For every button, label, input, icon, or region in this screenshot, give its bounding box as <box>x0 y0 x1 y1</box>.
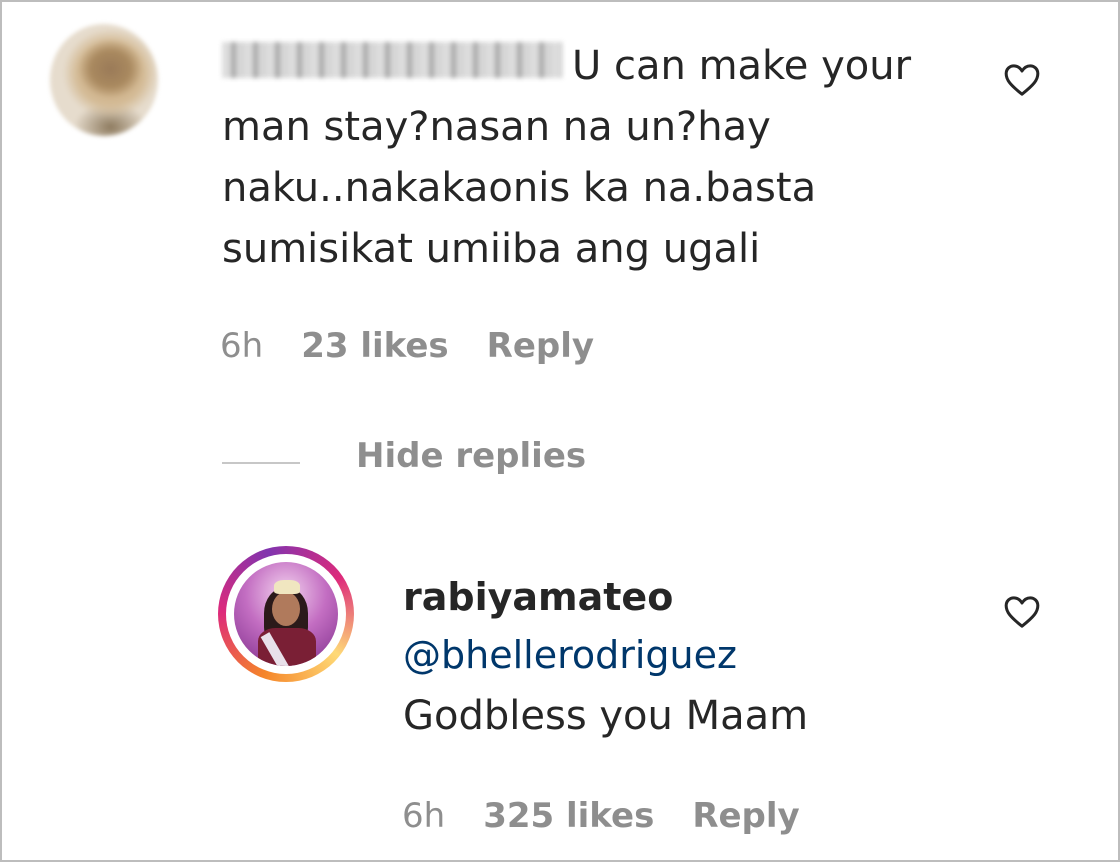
reply-avatar[interactable] <box>234 562 338 666</box>
reply-like-heart-icon[interactable] <box>1002 592 1042 632</box>
comment-text: U can make your man stay?nasan na un?hay… <box>222 36 982 280</box>
comment-likes[interactable]: 23 likes <box>301 326 448 366</box>
reply-meta: 6h 325 likes Reply <box>402 796 838 836</box>
comment-meta: 6h 23 likes Reply <box>220 326 632 366</box>
comment-body: U can make your man stay?nasan na un?hay… <box>222 43 912 272</box>
like-heart-icon[interactable] <box>1002 60 1042 100</box>
reply-username[interactable]: rabiyamateo <box>403 575 673 619</box>
commenter-avatar[interactable] <box>50 24 158 136</box>
reply-time[interactable]: 6h <box>402 796 445 836</box>
hide-replies-button[interactable]: Hide replies <box>356 436 586 476</box>
replies-divider <box>222 462 300 464</box>
reply-likes[interactable]: 325 likes <box>483 796 654 836</box>
comment-time[interactable]: 6h <box>220 326 263 366</box>
reply-avatar-story-ring[interactable] <box>218 546 354 682</box>
reply-text: Godbless you Maam <box>403 693 809 739</box>
comment-reply-button[interactable]: Reply <box>487 326 594 366</box>
reply-mention-link[interactable]: @bhellerodriguez <box>403 633 737 677</box>
reply-reply-button[interactable]: Reply <box>692 796 799 836</box>
